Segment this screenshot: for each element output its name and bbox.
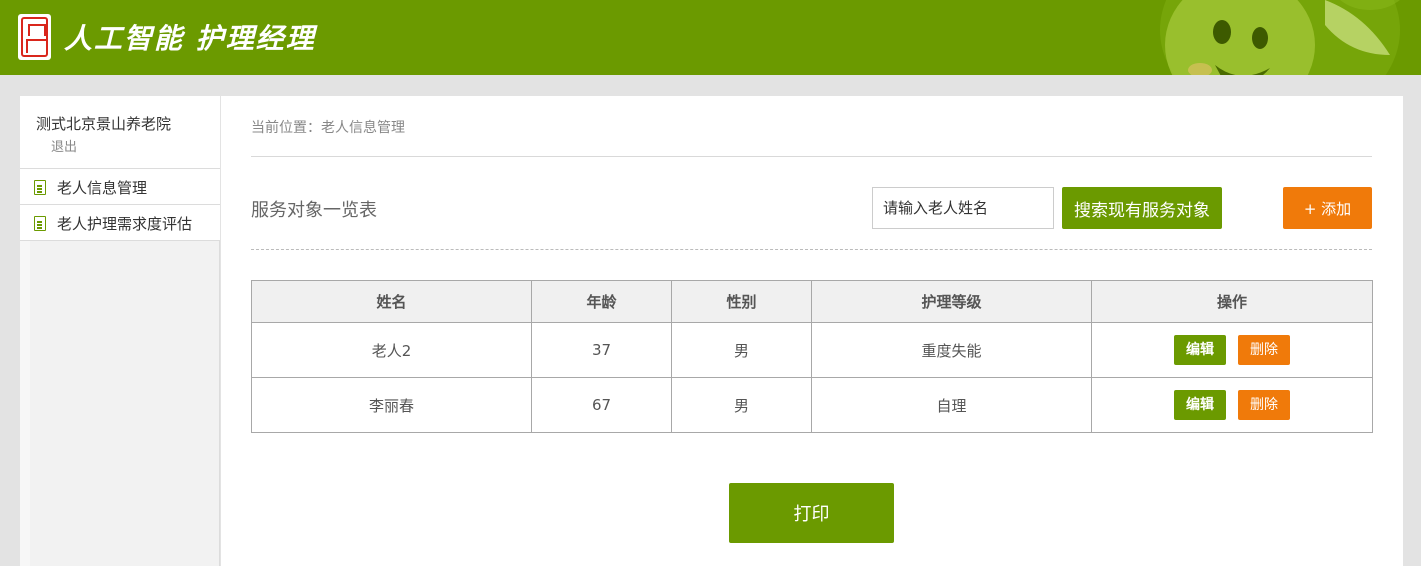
logout-link[interactable]: 退出 [51,136,77,155]
divider [251,156,1372,157]
org-name: 测式北京景山养老院 [36,115,172,133]
edit-button[interactable]: 编辑 [1174,335,1226,365]
logo-glyph [21,17,48,57]
dashed-divider [251,249,1372,250]
cell-care-level: 自理 [811,377,1092,433]
cell-name: 老人2 [251,322,532,378]
sidebar-item-label: 老人信息管理 [57,179,148,197]
column-header-care-level: 护理等级 [811,280,1092,323]
document-icon [34,180,46,195]
print-button[interactable]: 打印 [729,483,894,543]
sidebar-item-elder-info[interactable]: 老人信息管理 [20,169,220,205]
elder-table: 姓名 年龄 性别 护理等级 操作 老人2 37 男 重度失能 编辑 删除 李丽春 … [251,280,1373,433]
breadcrumb: 当前位置：老人信息管理 [251,120,405,136]
list-title: 服务对象一览表 [251,200,377,221]
add-button[interactable]: + 添加 [1283,187,1372,229]
sidebar: 测式北京景山养老院 退出 老人信息管理 老人护理需求度评估 [20,96,220,566]
search-button[interactable]: 搜索现有服务对象 [1062,187,1222,229]
column-header-name: 姓名 [251,280,532,323]
delete-button[interactable]: 删除 [1238,390,1290,420]
cell-age: 37 [531,322,672,378]
mascot-illustration [1160,0,1400,75]
column-header-actions: 操作 [1091,280,1373,323]
cell-name: 李丽春 [251,377,532,433]
cell-gender: 男 [671,377,812,433]
table-row: 老人2 37 男 重度失能 编辑 删除 [251,322,1373,378]
column-header-age: 年龄 [531,280,672,323]
column-header-gender: 性别 [671,280,812,323]
app-header: 人工智能 护理经理 [0,0,1421,75]
cell-actions: 编辑 删除 [1091,322,1373,378]
brand-logo [18,14,51,60]
table-header-row: 姓名 年龄 性别 护理等级 操作 [251,280,1373,323]
elder-name-search-input[interactable] [872,187,1054,229]
org-panel: 测式北京景山养老院 退出 [20,96,220,169]
cell-age: 67 [531,377,672,433]
edit-button[interactable]: 编辑 [1174,390,1226,420]
app-title: 人工智能 护理经理 [64,22,316,55]
sidebar-item-care-assessment[interactable]: 老人护理需求度评估 [20,205,220,241]
cell-gender: 男 [671,322,812,378]
document-icon [34,216,46,231]
delete-button[interactable]: 删除 [1238,335,1290,365]
main-panel: 当前位置：老人信息管理 服务对象一览表 搜索现有服务对象 + 添加 姓名 年龄 … [221,96,1403,566]
sidebar-item-label: 老人护理需求度评估 [57,215,193,233]
table-row: 李丽春 67 男 自理 编辑 删除 [251,377,1373,433]
cell-actions: 编辑 删除 [1091,377,1373,433]
cell-care-level: 重度失能 [811,322,1092,378]
